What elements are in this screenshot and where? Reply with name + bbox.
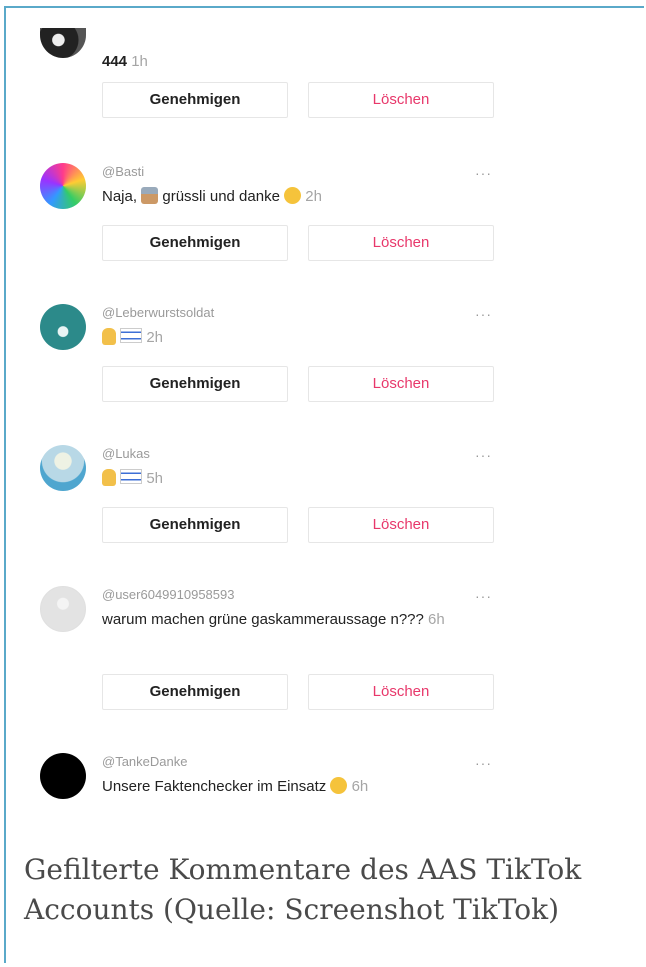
comment-text-continued: grüssli und danke	[158, 188, 285, 205]
approve-button[interactable]: Genehmigen	[102, 225, 288, 261]
approve-button[interactable]: Genehmigen	[102, 82, 288, 118]
more-horizontal-icon[interactable]: ···	[475, 755, 492, 771]
comment-time: 1h	[131, 53, 148, 70]
comment-username[interactable]: @Lukas	[102, 445, 500, 463]
comment-time: 2h	[305, 188, 322, 205]
approve-button[interactable]: Genehmigen	[102, 366, 288, 402]
delete-button[interactable]: Löschen	[308, 225, 494, 261]
comment-text: warum machen grüne gaskammeraussage n???	[102, 611, 424, 628]
thumbs-up-emoji-icon	[102, 328, 116, 345]
delete-button[interactable]: Löschen	[308, 674, 494, 710]
comment-time: 5h	[146, 470, 164, 487]
comment-text: Naja,	[102, 188, 142, 205]
avatar[interactable]	[40, 304, 86, 350]
avatar[interactable]	[40, 445, 86, 491]
comment-time: 6h	[428, 611, 445, 628]
comment-username[interactable]: @user6049910958593	[102, 586, 500, 604]
comment-time: 6h	[351, 778, 369, 795]
avatar[interactable]	[40, 163, 86, 209]
default-avatar-icon[interactable]	[40, 586, 86, 632]
flag-icon	[120, 469, 143, 484]
image-caption: Gefilterte Kommentare des AAS TikTok Acc…	[24, 853, 582, 926]
avatar[interactable]	[40, 753, 86, 799]
thumbs-up-emoji-icon	[102, 469, 116, 486]
comment-username[interactable]: @TankeDanke	[102, 753, 500, 771]
smile-emoji-icon	[330, 777, 348, 794]
more-horizontal-icon[interactable]: ···	[475, 447, 492, 463]
more-horizontal-icon[interactable]: ···	[475, 306, 492, 322]
grin-emoji-icon	[284, 187, 302, 204]
comment-username[interactable]: @Leberwurstsoldat	[102, 304, 500, 322]
delete-button[interactable]: Löschen	[308, 507, 494, 543]
comment-text: Unsere Faktenchecker im Einsatz	[102, 778, 331, 795]
flag-icon	[120, 328, 143, 343]
delete-button[interactable]: Löschen	[308, 82, 494, 118]
approve-button[interactable]: Genehmigen	[102, 674, 288, 710]
comment-username[interactable]: @Basti	[102, 163, 500, 181]
more-horizontal-icon[interactable]: ···	[475, 165, 492, 181]
person-emoji-icon	[141, 187, 159, 204]
delete-button[interactable]: Löschen	[308, 366, 494, 402]
comment-time: 2h	[146, 329, 164, 346]
comment-text: 444	[102, 53, 128, 70]
more-horizontal-icon[interactable]: ···	[475, 588, 492, 604]
approve-button[interactable]: Genehmigen	[102, 507, 288, 543]
